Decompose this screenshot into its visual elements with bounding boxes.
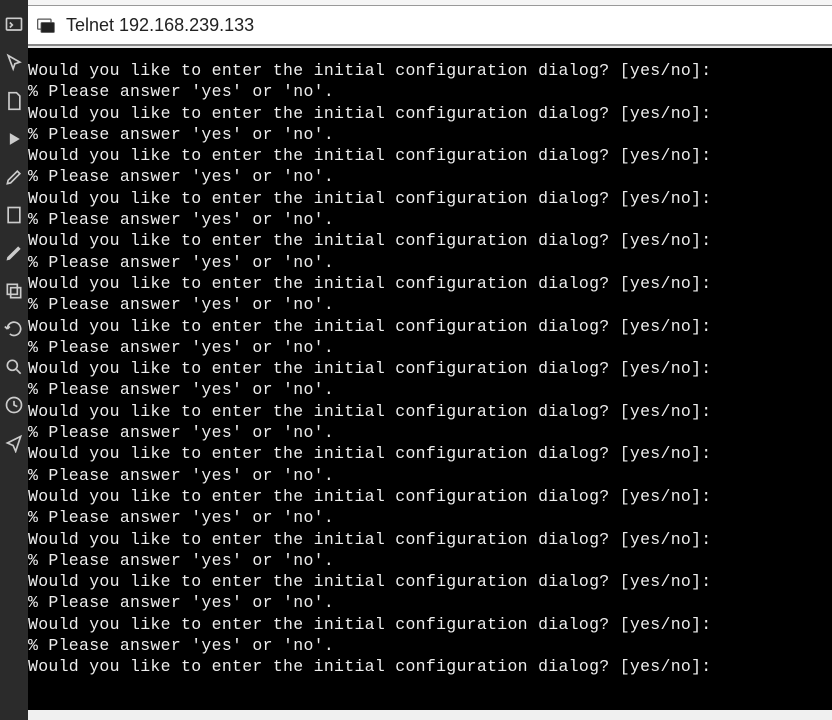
terminal-line-prompt: Would you like to enter the initial conf… [28, 656, 832, 677]
terminal-line-error: % Please answer 'yes' or 'no'. [28, 635, 832, 656]
sidebar [0, 0, 28, 720]
cursor-icon[interactable] [4, 53, 24, 73]
titlebar[interactable]: Telnet 192.168.239.133 [28, 6, 832, 46]
terminal-line-prompt: Would you like to enter the initial conf… [28, 145, 832, 166]
file-icon[interactable] [4, 205, 24, 225]
terminal-line-error: % Please answer 'yes' or 'no'. [28, 124, 832, 145]
terminal-line-prompt: Would you like to enter the initial conf… [28, 273, 832, 294]
play-icon[interactable] [4, 129, 24, 149]
terminal-line-error: % Please answer 'yes' or 'no'. [28, 209, 832, 230]
terminal-line-prompt: Would you like to enter the initial conf… [28, 316, 832, 337]
refresh-icon[interactable] [4, 319, 24, 339]
share-icon[interactable] [4, 433, 24, 453]
terminal-line-error: % Please answer 'yes' or 'no'. [28, 422, 832, 443]
pen-icon[interactable] [4, 243, 24, 263]
terminal-line-prompt: Would you like to enter the initial conf… [28, 443, 832, 464]
terminal-line-error: % Please answer 'yes' or 'no'. [28, 252, 832, 273]
terminal-line-error: % Please answer 'yes' or 'no'. [28, 337, 832, 358]
doc-icon[interactable] [4, 91, 24, 111]
terminal-line-prompt: Would you like to enter the initial conf… [28, 358, 832, 379]
window-bottom-frame [28, 710, 832, 720]
terminal-line-prompt: Would you like to enter the initial conf… [28, 571, 832, 592]
terminal-line-error: % Please answer 'yes' or 'no'. [28, 81, 832, 102]
terminal-icon[interactable] [4, 15, 24, 35]
copy-icon[interactable] [4, 281, 24, 301]
terminal-line-error: % Please answer 'yes' or 'no'. [28, 592, 832, 613]
terminal-line-prompt: Would you like to enter the initial conf… [28, 401, 832, 422]
telnet-window-icon [36, 15, 56, 35]
window-title: Telnet 192.168.239.133 [66, 15, 254, 36]
terminal-line-error: % Please answer 'yes' or 'no'. [28, 166, 832, 187]
terminal-line-error: % Please answer 'yes' or 'no'. [28, 507, 832, 528]
history-icon[interactable] [4, 395, 24, 415]
terminal-line-error: % Please answer 'yes' or 'no'. [28, 379, 832, 400]
terminal-output[interactable]: Would you like to enter the initial conf… [28, 48, 832, 710]
terminal-line-error: % Please answer 'yes' or 'no'. [28, 550, 832, 571]
terminal-line-prompt: Would you like to enter the initial conf… [28, 529, 832, 550]
terminal-line-prompt: Would you like to enter the initial conf… [28, 188, 832, 209]
terminal-line-prompt: Would you like to enter the initial conf… [28, 103, 832, 124]
terminal-line-prompt: Would you like to enter the initial conf… [28, 230, 832, 251]
terminal-line-prompt: Would you like to enter the initial conf… [28, 60, 832, 81]
terminal-line-error: % Please answer 'yes' or 'no'. [28, 465, 832, 486]
search-icon[interactable] [4, 357, 24, 377]
terminal-line-error: % Please answer 'yes' or 'no'. [28, 294, 832, 315]
terminal-line-prompt: Would you like to enter the initial conf… [28, 614, 832, 635]
terminal-line-prompt: Would you like to enter the initial conf… [28, 486, 832, 507]
edit-icon[interactable] [4, 167, 24, 187]
